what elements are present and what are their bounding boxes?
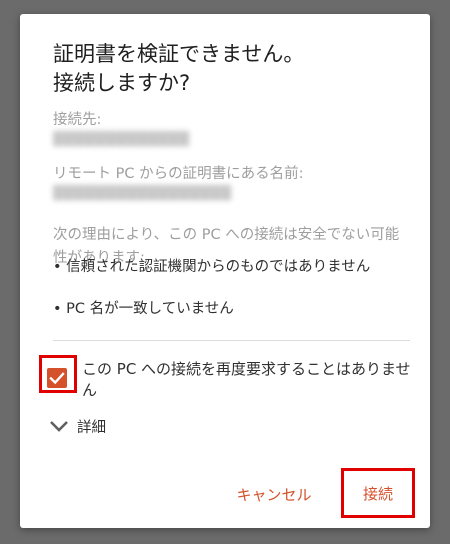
cancel-button[interactable]: キャンセル — [226, 474, 322, 514]
divider — [53, 340, 410, 341]
destination-value: █████████████ — [53, 132, 190, 147]
connect-button[interactable]: 接続 — [341, 468, 415, 518]
dialog-title-line1: 証明書を検証できません。 — [53, 42, 305, 66]
reason-bullet-untrusted: • 信頼された認証機関からのものではありません — [53, 259, 371, 275]
cert-name-label: リモート PC からの証明書にある名前: — [53, 166, 304, 182]
destination-label: 接続先: — [53, 112, 102, 128]
certificate-dialog: 証明書を検証できません。 接続しますか? 接続先: █████████████ … — [20, 14, 430, 528]
dont-ask-again-label[interactable]: この PC への接続を再度要求することはありません — [82, 359, 417, 401]
dialog-title: 証明書を検証できません。 接続しますか? — [53, 40, 413, 98]
chevron-down-icon — [50, 421, 68, 432]
reason-bullet-name-mismatch: • PC 名が一致していません — [53, 301, 234, 317]
dialog-title-line2: 接続しますか? — [53, 71, 191, 95]
checkmark-icon — [49, 372, 65, 385]
dont-ask-again-checkbox[interactable] — [47, 368, 67, 388]
details-label: 詳細 — [77, 419, 106, 436]
details-toggle[interactable]: 詳細 — [47, 414, 106, 438]
cert-name-value: █████████████████ — [53, 186, 232, 201]
